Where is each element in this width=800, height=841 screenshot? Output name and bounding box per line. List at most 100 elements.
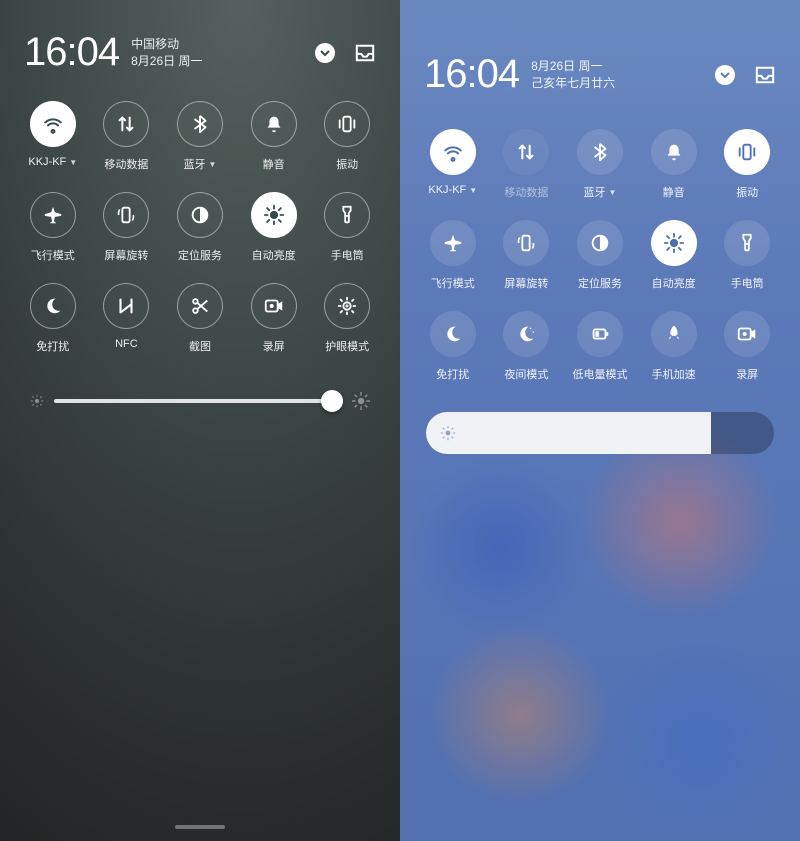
qs-toggle-night[interactable]: 夜间模式 bbox=[490, 311, 564, 382]
qs-toggle-battery[interactable]: 低电量模式 bbox=[563, 311, 637, 382]
expand-button[interactable] bbox=[714, 64, 736, 86]
location-icon bbox=[177, 192, 223, 238]
qs-toggle-label: 免打扰 bbox=[36, 338, 69, 354]
qs-toggle-airplane[interactable]: 飞行模式 bbox=[416, 220, 490, 291]
brightness-low-icon bbox=[440, 425, 456, 441]
bell-icon bbox=[651, 129, 697, 175]
scissors-icon bbox=[177, 283, 223, 329]
brightness-slider[interactable] bbox=[426, 412, 774, 454]
qs-toggle-bell[interactable]: 静音 bbox=[237, 101, 311, 172]
qs-toggle-airplane[interactable]: 飞行模式 bbox=[16, 192, 90, 263]
qs-toggle-label: 飞行模式 bbox=[31, 247, 75, 263]
wifi-icon bbox=[430, 129, 476, 175]
quick-settings-grid: KKJ-KF▼ 移动数据 蓝牙▼ 静音振动飞行模式 屏幕旋转 定位服务 自动亮度手电筒免打扰… bbox=[400, 109, 800, 390]
rotate-icon bbox=[103, 192, 149, 238]
home-indicator[interactable] bbox=[175, 825, 225, 829]
qs-toggle-wifi[interactable]: KKJ-KF▼ bbox=[16, 101, 90, 172]
qs-toggle-record[interactable]: 录屏 bbox=[237, 283, 311, 354]
clock: 16:04 bbox=[24, 30, 119, 75]
qs-toggle-label: 蓝牙▼ bbox=[184, 156, 217, 172]
moon-icon bbox=[30, 283, 76, 329]
record-icon bbox=[251, 283, 297, 329]
qs-toggle-label: 移动数据 bbox=[504, 184, 548, 200]
panel-dark: 16:04 中国移动 8月26日 周一 KKJ-KF▼移动数据蓝牙▼静音振动飞行… bbox=[0, 0, 400, 841]
qs-toggle-location[interactable]: 定位服务 bbox=[163, 192, 237, 263]
inbox-button[interactable] bbox=[354, 42, 376, 64]
dropdown-caret-icon: ▼ bbox=[609, 188, 617, 197]
bell-icon bbox=[251, 101, 297, 147]
date-label: 8月26日 周一 bbox=[131, 53, 314, 69]
bluetooth-icon bbox=[577, 129, 623, 175]
panel-light: 16:04 8月26日 周一 己亥年七月廿六 KKJ-KF▼ 移动数据 蓝牙▼ 静音振… bbox=[400, 0, 800, 841]
airplane-icon bbox=[30, 192, 76, 238]
brightness-slider-row bbox=[0, 362, 400, 410]
clock: 16:04 bbox=[424, 52, 519, 97]
qs-toggle-label: 低电量模式 bbox=[572, 366, 627, 382]
qs-toggle-label: 屏幕旋转 bbox=[104, 247, 148, 263]
qs-toggle-nfc[interactable]: NFC bbox=[90, 283, 164, 354]
flashlight-icon bbox=[324, 192, 370, 238]
nfc-icon bbox=[103, 283, 149, 329]
vibrate-icon bbox=[324, 101, 370, 147]
brightness-high-icon bbox=[352, 392, 370, 410]
qs-toggle-flashlight[interactable]: 手电筒 bbox=[310, 192, 384, 263]
qs-toggle-label: 截图 bbox=[189, 338, 211, 354]
qs-toggle-eyecare[interactable]: 护眼模式 bbox=[310, 283, 384, 354]
header-actions bbox=[714, 64, 776, 86]
qs-toggle-label: 定位服务 bbox=[178, 247, 222, 263]
qs-toggle-vibrate[interactable]: 振动 bbox=[710, 129, 784, 200]
qs-toggle-moon[interactable]: 免打扰 bbox=[416, 311, 490, 382]
qs-toggle-label: 录屏 bbox=[263, 338, 285, 354]
qs-toggle-label: 自动亮度 bbox=[652, 275, 696, 291]
qs-toggle-wifi[interactable]: KKJ-KF▼ bbox=[416, 129, 490, 200]
qs-toggle-label: 护眼模式 bbox=[325, 338, 369, 354]
qs-toggle-rotate[interactable]: 屏幕旋转 bbox=[490, 220, 564, 291]
data-icon bbox=[103, 101, 149, 147]
moon-icon bbox=[430, 311, 476, 357]
qs-toggle-data[interactable]: 移动数据 bbox=[90, 101, 164, 172]
inbox-button[interactable] bbox=[754, 64, 776, 86]
dropdown-caret-icon: ▼ bbox=[209, 160, 217, 169]
dropdown-caret-icon: ▼ bbox=[69, 158, 77, 167]
status-bar: 16:04 8月26日 周一 己亥年七月廿六 bbox=[400, 0, 800, 109]
qs-toggle-rotate[interactable]: 屏幕旋转 bbox=[90, 192, 164, 263]
quick-settings-grid: KKJ-KF▼移动数据蓝牙▼ 静音 振动飞行模式 屏幕旋转 定位服务自动亮度手电筒免打扰… bbox=[0, 87, 400, 362]
qs-toggle-record[interactable]: 录屏 bbox=[710, 311, 784, 382]
qs-toggle-flashlight[interactable]: 手电筒 bbox=[710, 220, 784, 291]
rotate-icon bbox=[503, 220, 549, 266]
qs-toggle-data[interactable]: 移动数据 bbox=[490, 129, 564, 200]
qs-toggle-label: 定位服务 bbox=[578, 275, 622, 291]
date-block: 8月26日 周一 己亥年七月廿六 bbox=[531, 58, 714, 90]
header-actions bbox=[314, 42, 376, 64]
qs-toggle-brightauto[interactable]: 自动亮度 bbox=[237, 192, 311, 263]
inbox-icon bbox=[354, 43, 376, 63]
night-icon bbox=[503, 311, 549, 357]
qs-toggle-label: 蓝牙▼ bbox=[584, 184, 617, 200]
record-icon bbox=[724, 311, 770, 357]
brightness-slider[interactable] bbox=[54, 399, 342, 403]
qs-toggle-brightauto[interactable]: 自动亮度 bbox=[637, 220, 711, 291]
qs-toggle-bluetooth[interactable]: 蓝牙▼ bbox=[163, 101, 237, 172]
date-label: 8月26日 周一 bbox=[531, 58, 714, 74]
qs-toggle-label: 振动 bbox=[336, 156, 358, 172]
inbox-icon bbox=[754, 65, 776, 85]
brightauto-icon bbox=[251, 192, 297, 238]
qs-toggle-moon[interactable]: 免打扰 bbox=[16, 283, 90, 354]
qs-toggle-location[interactable]: 定位服务 bbox=[563, 220, 637, 291]
qs-toggle-label: 夜间模式 bbox=[504, 366, 548, 382]
qs-toggle-label: 屏幕旋转 bbox=[504, 275, 548, 291]
qs-toggle-bluetooth[interactable]: 蓝牙▼ bbox=[563, 129, 637, 200]
wifi-icon bbox=[30, 101, 76, 147]
qs-toggle-rocket[interactable]: 手机加速 bbox=[637, 311, 711, 382]
qs-toggle-scissors[interactable]: 截图 bbox=[163, 283, 237, 354]
brightauto-icon bbox=[651, 220, 697, 266]
qs-toggle-bell[interactable]: 静音 bbox=[637, 129, 711, 200]
flashlight-icon bbox=[724, 220, 770, 266]
battery-icon bbox=[577, 311, 623, 357]
qs-toggle-label: 手电筒 bbox=[331, 247, 364, 263]
qs-toggle-label: 飞行模式 bbox=[431, 275, 475, 291]
expand-button[interactable] bbox=[314, 42, 336, 64]
qs-toggle-vibrate[interactable]: 振动 bbox=[310, 101, 384, 172]
qs-toggle-label: 录屏 bbox=[736, 366, 758, 382]
qs-toggle-label: 静音 bbox=[263, 156, 285, 172]
